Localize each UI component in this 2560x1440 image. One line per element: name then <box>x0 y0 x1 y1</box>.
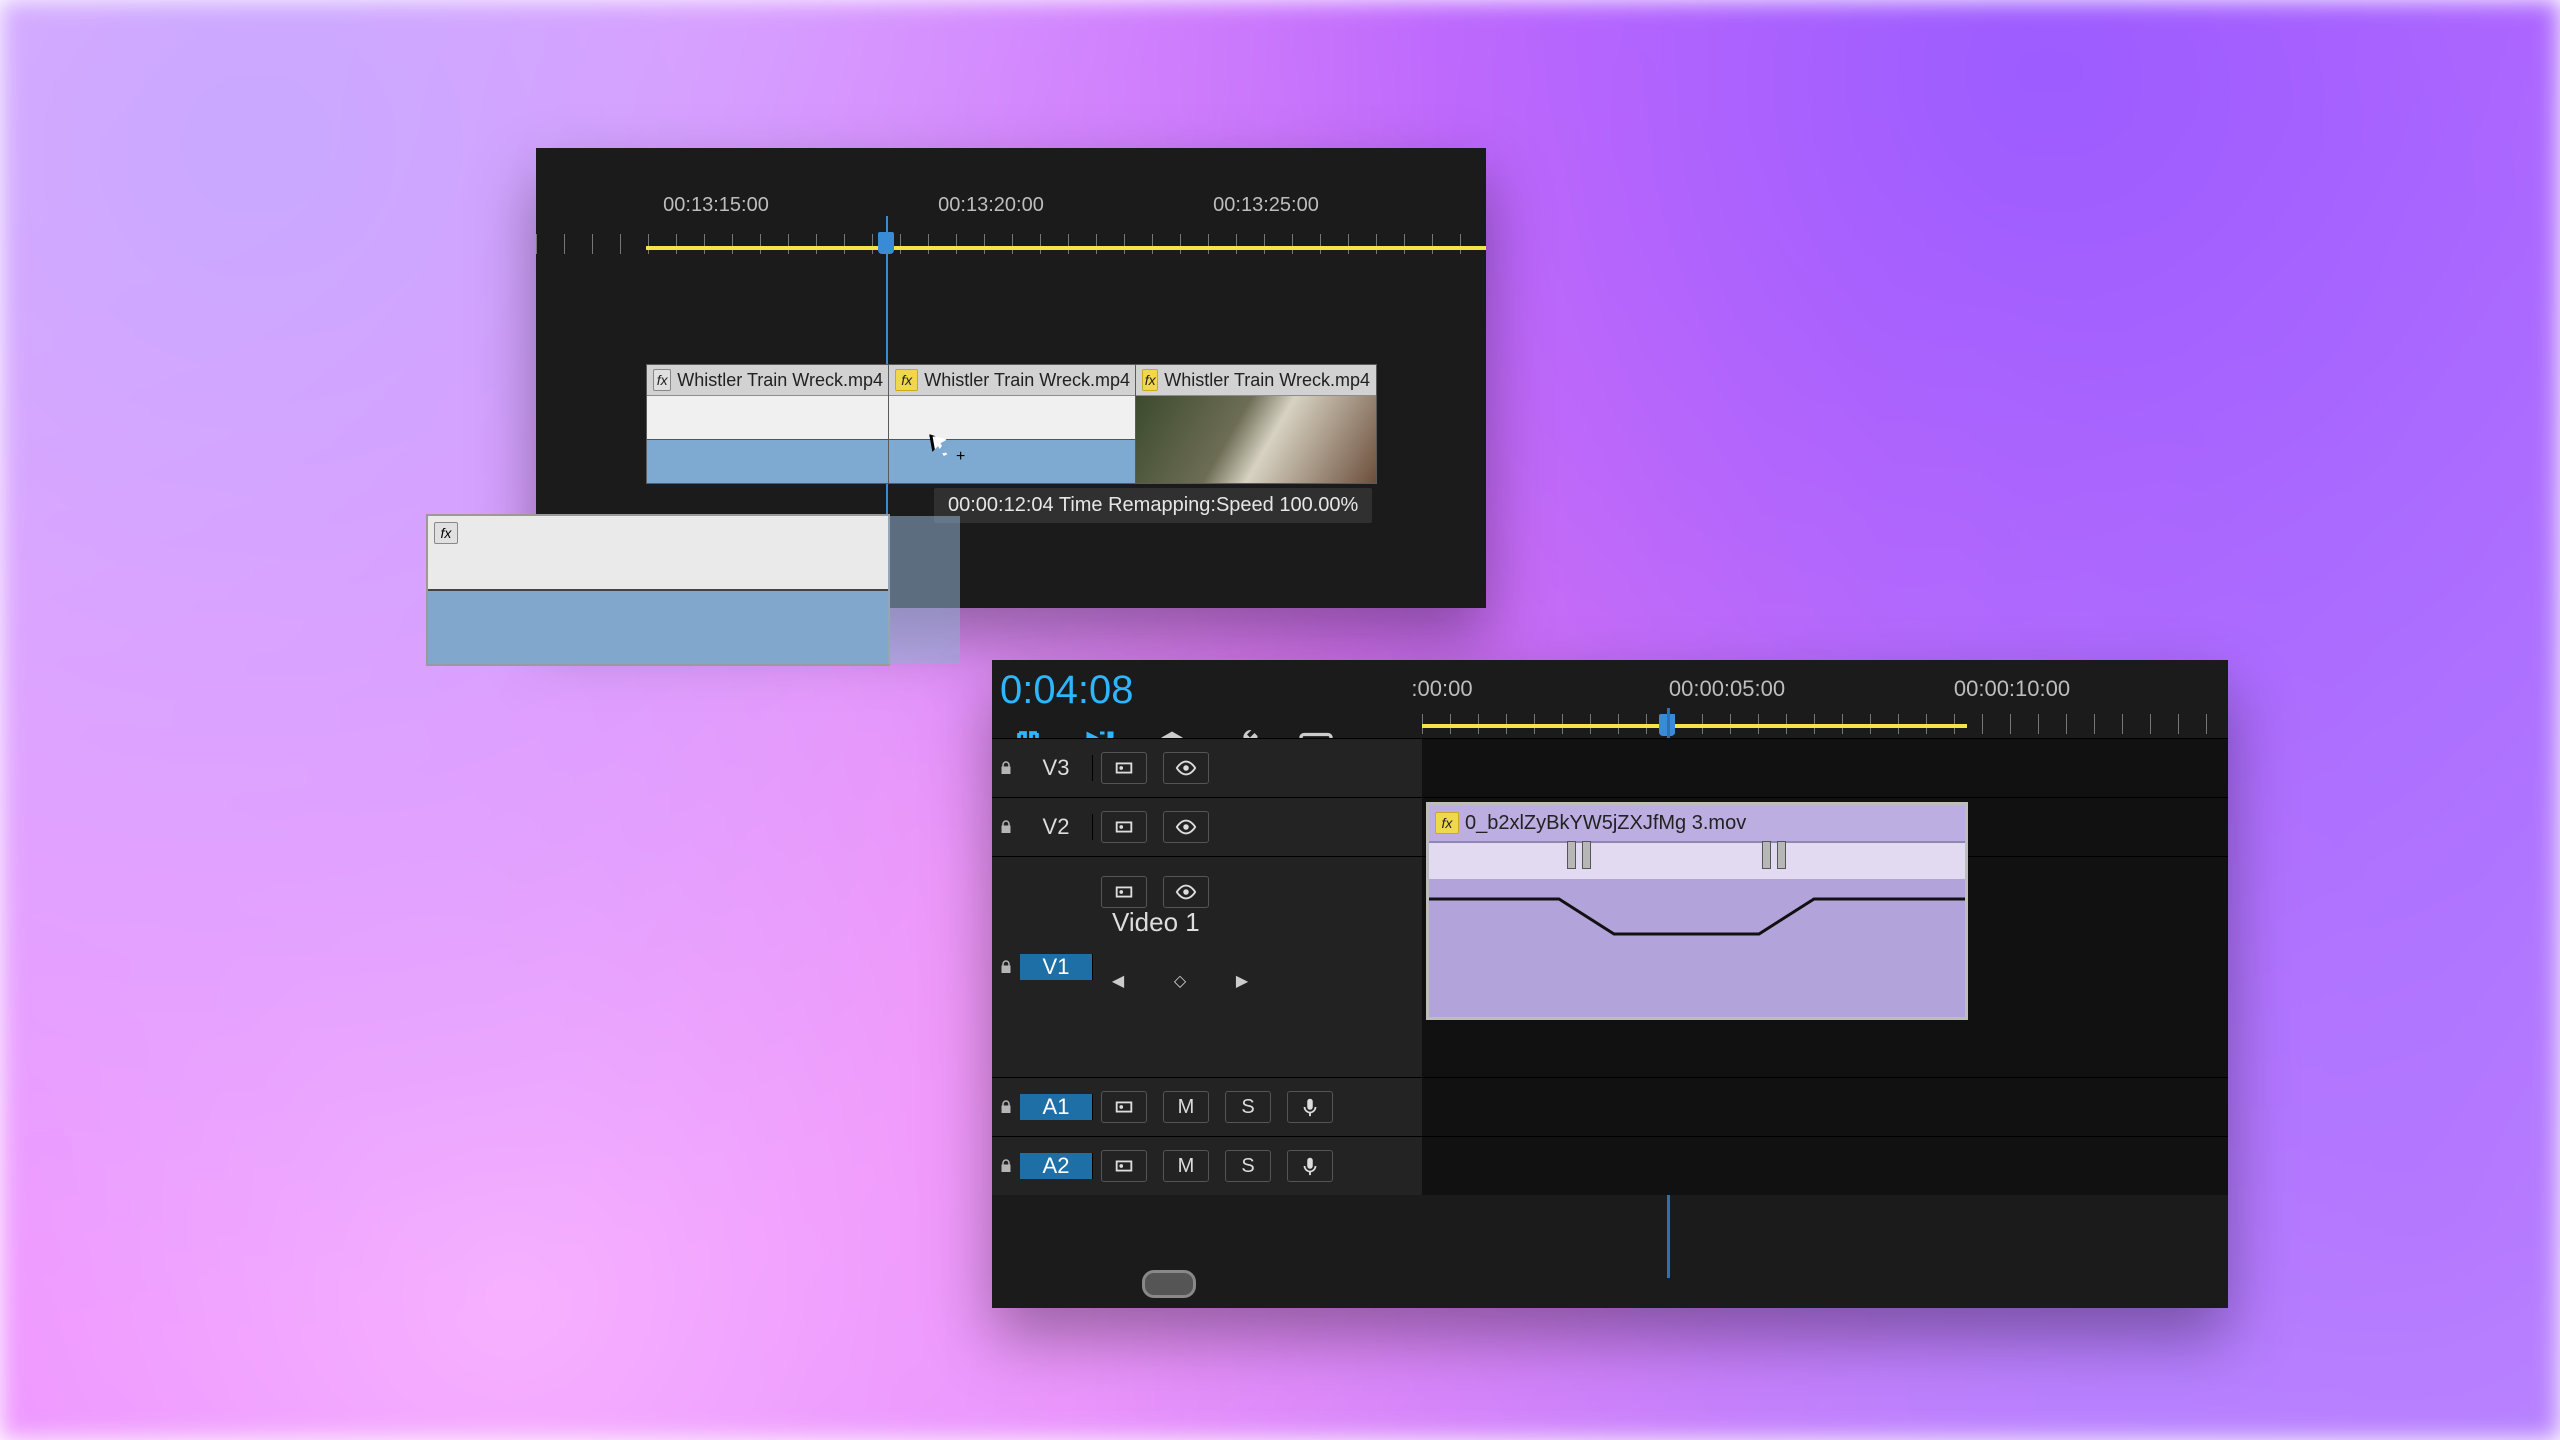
ruler[interactable]: :00:00 00:00:05:00 00:00:10:00 <box>1422 676 2228 738</box>
clip-fragment[interactable]: fx <box>426 514 890 666</box>
clip[interactable]: fx Whistler Train Wreck.mp4 <box>1135 364 1377 484</box>
fx-badge-icon: fx <box>434 522 458 544</box>
track-visibility-icon[interactable] <box>1163 811 1209 843</box>
clip-body[interactable] <box>889 440 1136 483</box>
playhead-knob[interactable] <box>878 232 894 254</box>
prev-keyframe-icon[interactable]: ◀ <box>1104 967 1132 995</box>
keyframe-handle[interactable] <box>1567 841 1591 869</box>
sync-lock-icon[interactable] <box>1101 811 1147 843</box>
clip[interactable]: fx Whistler Train Wreck.mp4 <box>888 364 1137 484</box>
mute-toggle[interactable]: M <box>1163 1150 1209 1182</box>
speed-ramp-line[interactable] <box>1429 879 1965 1019</box>
zoom-scrollbar-thumb[interactable] <box>1142 1270 1196 1298</box>
track-source-toggle[interactable]: A2 <box>1020 1153 1093 1179</box>
track-visibility-icon[interactable] <box>1163 752 1209 784</box>
lock-icon[interactable] <box>992 958 1020 976</box>
track-row-a2: A2 M S <box>992 1136 2228 1195</box>
clip-name: 0_b2xlZyBkYW5jZXJfMg 3.mov <box>1465 812 1746 835</box>
lock-icon[interactable] <box>992 818 1020 836</box>
work-area-bar[interactable] <box>1422 724 1967 728</box>
ruler-label: 00:13:20:00 <box>938 194 1044 217</box>
speed-graph[interactable] <box>889 396 1136 440</box>
clip-name: Whistler Train Wreck.mp4 <box>924 370 1130 391</box>
speed-graph[interactable] <box>647 396 889 440</box>
track-name: Video 1 <box>1112 907 1200 938</box>
clip[interactable]: fx 0_b2xlZyBkYW5jZXJfMg 3.mov <box>1426 802 1968 1020</box>
clip-name: Whistler Train Wreck.mp4 <box>677 370 883 391</box>
fx-badge-icon: fx <box>1142 369 1158 391</box>
lock-icon[interactable] <box>992 759 1020 777</box>
track-body[interactable] <box>1422 739 2228 797</box>
sync-lock-icon[interactable] <box>1101 876 1147 908</box>
ruler[interactable]: 00:13:15:00 00:13:20:00 00:13:25:00 <box>536 178 1486 253</box>
clip-name: Whistler Train Wreck.mp4 <box>1164 370 1370 391</box>
voiceover-mic-icon[interactable] <box>1287 1091 1333 1123</box>
fx-badge-icon: fx <box>895 369 918 391</box>
track-source-toggle[interactable]: V3 <box>1020 755 1093 781</box>
speed-tooltip: 00:00:12:04 Time Remapping:Speed 100.00% <box>934 488 1372 523</box>
ruler-label: :00:00 <box>1411 676 1472 702</box>
ruler-ticks <box>536 234 1486 254</box>
fx-badge-icon: fx <box>1435 812 1459 834</box>
lock-icon[interactable] <box>992 1157 1020 1175</box>
clip[interactable]: fx Whistler Train Wreck.mp4 <box>646 364 890 484</box>
add-keyframe-icon[interactable]: ◇ <box>1166 967 1194 995</box>
clip-body[interactable] <box>428 591 888 664</box>
clip-thumbnail <box>1136 396 1376 483</box>
next-keyframe-icon[interactable]: ▶ <box>1228 967 1256 995</box>
speed-graph[interactable] <box>428 516 888 591</box>
work-area-bar[interactable] <box>646 246 1486 250</box>
ruler-label: 00:00:10:00 <box>1954 676 2070 702</box>
clip-extend-ghost <box>888 516 960 664</box>
lock-icon[interactable] <box>992 1098 1020 1116</box>
sync-lock-icon[interactable] <box>1101 752 1147 784</box>
mute-toggle[interactable]: M <box>1163 1091 1209 1123</box>
track-body[interactable] <box>1422 1137 2228 1195</box>
speed-graph[interactable] <box>1429 843 1965 879</box>
ruler-label: 00:00:05:00 <box>1669 676 1785 702</box>
sync-lock-icon[interactable] <box>1101 1150 1147 1182</box>
keyframe-handle[interactable] <box>1762 841 1786 869</box>
solo-toggle[interactable]: S <box>1225 1091 1271 1123</box>
ruler-label: 00:13:25:00 <box>1213 194 1319 217</box>
track-visibility-icon[interactable] <box>1163 876 1209 908</box>
timeline-panel-bottom: 0:04:08 CC :00:00 00:00:05:00 00:00:10:0… <box>992 660 2228 1308</box>
track-source-toggle[interactable]: V2 <box>1020 814 1093 840</box>
keyframe-nav: ◀ ◇ ▶ <box>1104 967 1256 995</box>
clip-body[interactable] <box>647 440 889 483</box>
fx-badge-icon: fx <box>653 369 671 391</box>
track-source-toggle[interactable]: V1 <box>1020 954 1093 980</box>
clip-body[interactable] <box>1429 879 1965 1017</box>
track-source-toggle[interactable]: A1 <box>1020 1094 1093 1120</box>
track-row-v3: V3 <box>992 738 2228 797</box>
clip-track: fx Whistler Train Wreck.mp4 fx Whistler … <box>536 364 1486 484</box>
solo-toggle[interactable]: S <box>1225 1150 1271 1182</box>
voiceover-mic-icon[interactable] <box>1287 1150 1333 1182</box>
track-body[interactable] <box>1422 1078 2228 1136</box>
track-row-a1: A1 M S <box>992 1077 2228 1136</box>
ruler-label: 00:13:15:00 <box>663 194 769 217</box>
sync-lock-icon[interactable] <box>1101 1091 1147 1123</box>
add-keyframe-plus-icon: + <box>956 448 965 466</box>
current-time-display[interactable]: 0:04:08 <box>1000 668 1133 713</box>
